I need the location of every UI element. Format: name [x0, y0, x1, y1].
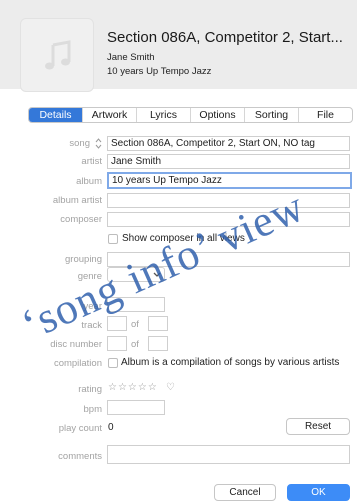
music-note-icon — [45, 40, 71, 70]
disc-total-field[interactable] — [148, 336, 168, 351]
composer-field[interactable] — [107, 212, 350, 227]
artist-label: artist — [81, 156, 102, 167]
grouping-field[interactable] — [107, 252, 350, 267]
compilation-label: compilation — [53, 358, 102, 369]
tab-options[interactable]: Options — [190, 108, 244, 122]
comments-field[interactable] — [107, 445, 350, 464]
composer-label: composer — [60, 214, 102, 225]
comments-label: comments — [58, 451, 102, 462]
cancel-button[interactable]: Cancel — [214, 484, 276, 501]
year-field[interactable] — [107, 297, 165, 312]
tab-sorting[interactable]: Sorting — [244, 108, 298, 122]
play-count-value: 0 — [108, 422, 114, 433]
genre-combo[interactable] — [107, 267, 165, 282]
album-label: album — [76, 176, 102, 187]
disc-number-label: disc number — [50, 339, 102, 350]
album-artist-label: album artist — [52, 195, 102, 206]
tab-bar: Details Artwork Lyrics Options Sorting F… — [28, 107, 353, 123]
grouping-label: grouping — [65, 254, 102, 265]
artwork-placeholder[interactable] — [20, 18, 94, 92]
sort-arrows-icon[interactable] — [95, 138, 102, 149]
song-field[interactable] — [107, 136, 350, 151]
disc-number-field[interactable] — [107, 336, 127, 351]
tab-lyrics[interactable]: Lyrics — [136, 108, 190, 122]
rating-label: rating — [78, 384, 102, 395]
tab-artwork[interactable]: Artwork — [82, 108, 136, 122]
bpm-field[interactable] — [107, 400, 165, 415]
show-composer-checkbox[interactable] — [108, 234, 118, 244]
track-label: track — [81, 320, 102, 331]
header-artist: Jane Smith — [107, 52, 155, 63]
love-heart-icon[interactable]: ♡ — [166, 382, 175, 393]
tab-details[interactable]: Details — [29, 108, 82, 122]
genre-label: genre — [77, 271, 102, 282]
play-count-label: play count — [58, 423, 102, 434]
year-label: year — [83, 301, 102, 312]
track-number-field[interactable] — [107, 316, 127, 331]
song-title: Section 086A, Competitor 2, Start... — [107, 29, 343, 46]
chevron-down-icon — [153, 272, 161, 277]
track-total-field[interactable] — [148, 316, 168, 331]
show-composer-label: Show composer in all views — [122, 233, 245, 244]
album-artist-field[interactable] — [107, 193, 350, 208]
header: Section 086A, Competitor 2, Start... Jan… — [0, 0, 357, 92]
track-of-label: of — [131, 319, 139, 330]
tab-file[interactable]: File — [298, 108, 352, 122]
rating-stars[interactable]: ☆☆☆☆☆ — [108, 382, 158, 393]
artist-field[interactable] — [107, 154, 350, 169]
bpm-label: bpm — [83, 404, 102, 415]
ok-button[interactable]: OK — [287, 484, 350, 501]
compilation-checkbox[interactable] — [108, 358, 118, 368]
header-album: 10 years Up Tempo Jazz — [107, 66, 212, 77]
disc-of-label: of — [131, 339, 139, 350]
album-field[interactable] — [107, 172, 352, 189]
reset-button[interactable]: Reset — [286, 418, 350, 435]
song-label: song — [69, 138, 90, 149]
compilation-text: Album is a compilation of songs by vario… — [121, 357, 340, 368]
